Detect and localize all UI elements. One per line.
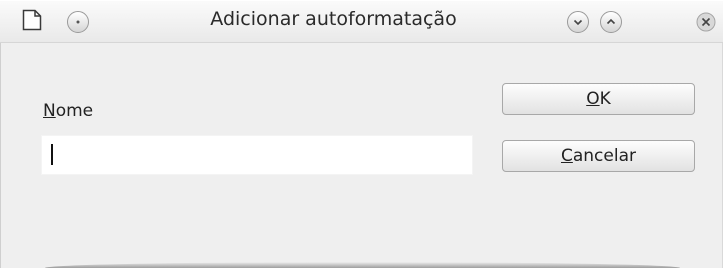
text-cursor: [51, 144, 53, 165]
minimize-button[interactable]: [567, 11, 589, 33]
cancel-button[interactable]: Cancelar: [502, 140, 695, 172]
close-button[interactable]: [695, 11, 717, 33]
chevron-up-icon: [606, 18, 616, 25]
cancel-label: ancelar: [572, 146, 636, 166]
name-label-text: ome: [55, 101, 94, 121]
ok-label: K: [599, 89, 611, 109]
name-label: Nome: [43, 101, 93, 121]
chevron-down-icon: [573, 19, 583, 26]
ok-mnemonic: O: [586, 89, 600, 109]
dialog-window: Adicionar autoformatação Nome OK Cancela…: [0, 0, 723, 268]
name-input[interactable]: [42, 136, 472, 174]
ok-button[interactable]: OK: [502, 83, 695, 115]
close-icon: [696, 12, 716, 32]
name-label-mnemonic: N: [43, 101, 56, 121]
window-bottom-shadow: [45, 262, 680, 268]
title-bar[interactable]: Adicionar autoformatação: [0, 0, 723, 43]
cancel-mnemonic: C: [560, 146, 573, 166]
maximize-button[interactable]: [600, 11, 622, 33]
